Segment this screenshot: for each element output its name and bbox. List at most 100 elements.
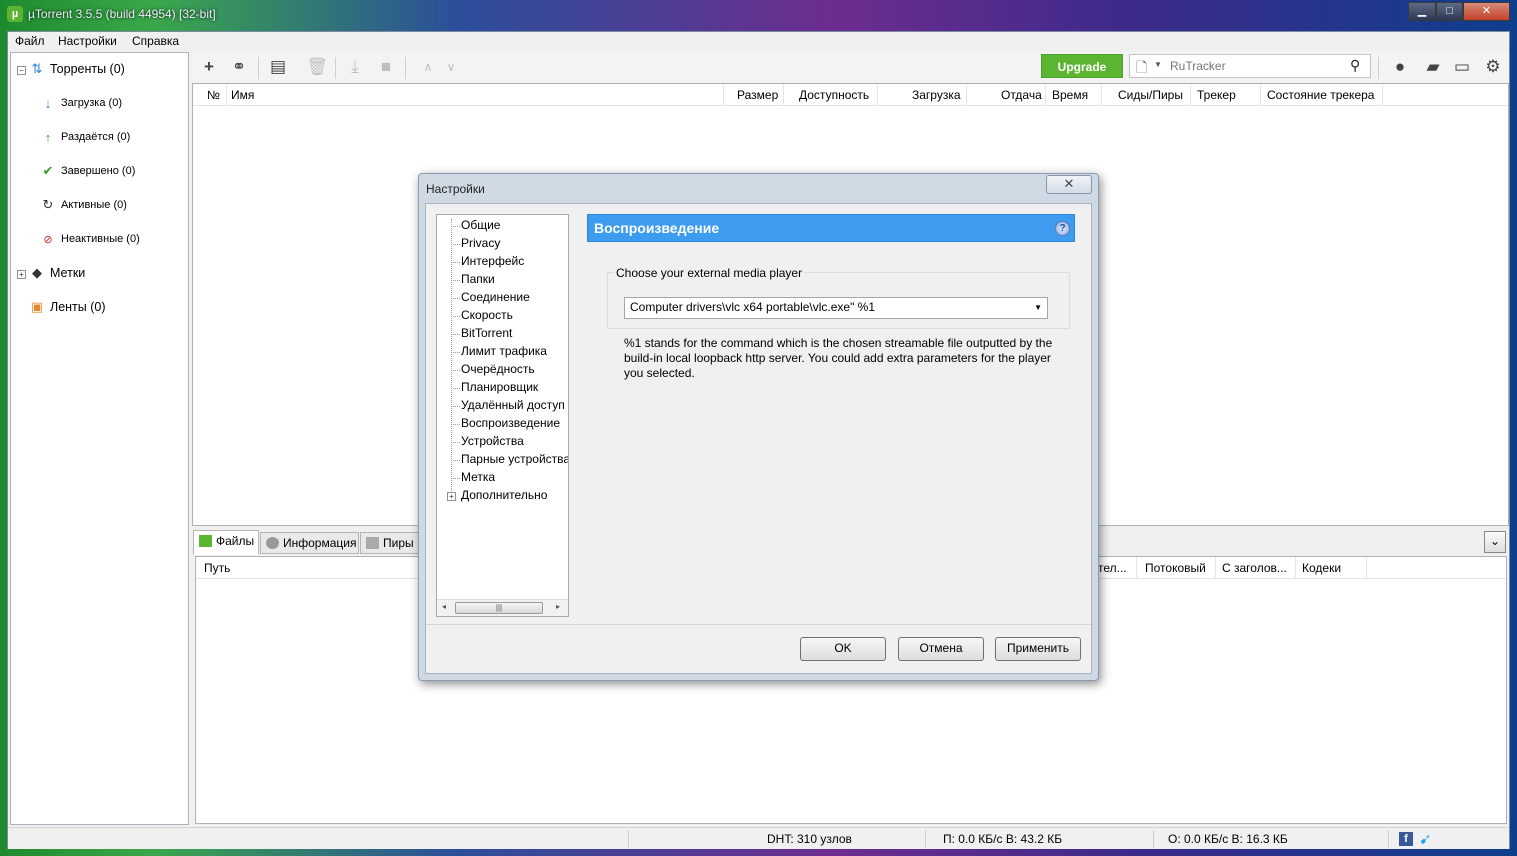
sidebar-item-labels[interactable]: ◆ Метки — [30, 265, 85, 280]
tree-item-traffic-limit[interactable]: Лимит трафика — [461, 344, 547, 358]
column-size[interactable]: Размер — [737, 88, 778, 102]
facebook-icon[interactable]: f — [1399, 832, 1413, 846]
dht-status: DHT: 310 узлов — [767, 832, 852, 846]
column-tracker[interactable]: Трекер — [1197, 88, 1236, 102]
move-up-icon[interactable]: ∧ — [417, 57, 439, 77]
column-upload[interactable]: Отдача — [1001, 88, 1042, 102]
toolbar: + ⚭ ▤ 🗑 ⤓ ■ ∧ ∨ Upgrade 🗋 ▼ ⚲ ● ▰ ▭ ⚙ — [192, 52, 1509, 82]
tree-item-advanced[interactable]: Дополнительно — [461, 488, 547, 502]
tree-item-general[interactable]: Общие — [461, 218, 500, 232]
tree-item-interface[interactable]: Интерфейс — [461, 254, 524, 268]
chat-icon[interactable]: ▰ — [1422, 57, 1444, 77]
sidebar-item-label: Раздаётся (0) — [61, 131, 131, 143]
peers-icon — [366, 537, 379, 549]
tree-horizontal-scrollbar[interactable]: ◂ ||| ▸ — [437, 599, 568, 616]
tree-item-speed[interactable]: Скорость — [461, 308, 513, 322]
app-window: µ µTorrent 3.5.5 (build 44954) [32-bit] … — [0, 0, 1517, 856]
tree-item-playback[interactable]: Воспроизведение — [461, 416, 560, 430]
column-seeds-peers[interactable]: Сиды/Пиры — [1118, 88, 1183, 102]
add-link-icon[interactable]: ⚭ — [228, 57, 250, 77]
twitter-icon[interactable]: ➹ — [1419, 830, 1432, 848]
apply-button[interactable]: Применить — [995, 637, 1081, 661]
menu-help[interactable]: Справка — [132, 34, 179, 48]
search-provider-icon[interactable]: 🗋 — [1136, 57, 1147, 81]
move-down-icon[interactable]: ∨ — [440, 57, 462, 77]
tree-item-bittorrent[interactable]: BitTorrent — [461, 326, 512, 340]
sidebar-item-label: Завершено (0) — [61, 165, 136, 177]
column-streamable[interactable]: Потоковый — [1145, 561, 1206, 575]
checkmark-icon: ✔ — [42, 163, 54, 178]
dialog-close-button[interactable]: ✕ — [1046, 175, 1092, 194]
dialog-body: Общие Privacy Интерфейс Папки Соединение… — [425, 203, 1092, 674]
info-icon — [266, 537, 279, 549]
media-player-select[interactable]: Computer drivers\vlc x64 portable\vlc.ex… — [624, 297, 1048, 319]
collapse-details-button[interactable]: ⌄ — [1484, 531, 1506, 553]
delete-icon[interactable]: 🗑 — [306, 57, 328, 77]
column-tracker-status[interactable]: Состояние трекера — [1267, 88, 1374, 102]
tab-label: Информация — [283, 536, 357, 550]
tree-item-queueing[interactable]: Очерёдность — [461, 362, 535, 376]
tab-peers[interactable]: Пиры — [360, 532, 420, 554]
start-download-icon[interactable]: ⤓ — [344, 57, 366, 77]
collapse-torrents-toggle[interactable]: − — [17, 66, 26, 75]
chevron-down-icon[interactable]: ▼ — [1154, 60, 1162, 69]
ok-button[interactable]: OK — [800, 637, 886, 661]
sidebar-item-seeding[interactable]: ↑ Раздаётся (0) — [41, 130, 131, 145]
scrollbar-thumb[interactable]: ||| — [455, 602, 543, 614]
lightbulb-icon[interactable]: ● — [1389, 57, 1411, 77]
column-download[interactable]: Загрузка — [912, 88, 961, 102]
toolbar-separator — [1378, 57, 1379, 79]
column-path[interactable]: Путь — [204, 561, 230, 575]
help-icon[interactable]: ? — [1055, 221, 1070, 236]
column-executable[interactable]: тел... — [1098, 561, 1127, 575]
title-bar: µ µTorrent 3.5.5 (build 44954) [32-bit] … — [0, 0, 1517, 30]
column-time[interactable]: Время — [1052, 88, 1088, 102]
upgrade-button[interactable]: Upgrade — [1041, 54, 1123, 78]
close-button[interactable]: ✕ — [1463, 2, 1510, 21]
tree-item-label[interactable]: Метка — [461, 470, 495, 484]
add-torrent-icon[interactable]: + — [198, 57, 220, 77]
column-has-header[interactable]: С заголов... — [1222, 561, 1287, 575]
tab-files[interactable]: Файлы — [193, 530, 259, 555]
create-torrent-icon[interactable]: ▤ — [267, 57, 289, 77]
column-codecs[interactable]: Кодеки — [1302, 561, 1341, 575]
expand-advanced-toggle[interactable]: + — [447, 492, 456, 501]
maximize-button[interactable]: □ — [1436, 2, 1463, 21]
expand-labels-toggle[interactable]: + — [17, 270, 26, 279]
utorrent-logo-icon: µ — [7, 6, 23, 22]
dialog-separator — [426, 624, 1091, 625]
settings-tree: Общие Privacy Интерфейс Папки Соединение… — [436, 214, 569, 617]
tree-item-scheduler[interactable]: Планировщик — [461, 380, 538, 394]
toolbar-separator — [258, 57, 259, 79]
sidebar-item-downloading[interactable]: ↓ Загрузка (0) — [41, 96, 122, 111]
search-icon[interactable]: ⚲ — [1350, 57, 1360, 74]
rss-feed-icon: ▣ — [30, 299, 44, 314]
stop-icon[interactable]: ■ — [375, 57, 397, 77]
sidebar-item-feeds[interactable]: ▣ Ленты (0) — [30, 299, 106, 314]
tree-item-privacy[interactable]: Privacy — [461, 236, 500, 250]
monitor-icon[interactable]: ▭ — [1451, 57, 1473, 77]
gear-icon[interactable]: ⚙ — [1482, 57, 1504, 77]
search-input[interactable] — [1170, 58, 1340, 74]
minimize-button[interactable]: ▁ — [1408, 2, 1436, 21]
scroll-right-icon[interactable]: ▸ — [556, 602, 560, 611]
sidebar-item-torrents[interactable]: ⇅ Торренты (0) — [30, 61, 125, 76]
sidebar-item-inactive[interactable]: ⊘ Неактивные (0) — [41, 232, 139, 246]
tree-item-folders[interactable]: Папки — [461, 272, 495, 286]
sidebar-item-completed[interactable]: ✔ Завершено (0) — [41, 163, 136, 178]
column-number[interactable]: № — [207, 88, 220, 102]
cancel-button[interactable]: Отмена — [898, 637, 984, 661]
tree-item-connection[interactable]: Соединение — [461, 290, 530, 304]
section-title: Воспроизведение — [594, 220, 720, 236]
dialog-title: Настройки — [426, 182, 485, 196]
column-availability[interactable]: Доступность — [799, 88, 869, 102]
sidebar-item-active[interactable]: ↻ Активные (0) — [41, 197, 127, 212]
tree-item-devices[interactable]: Устройства — [461, 434, 524, 448]
tree-item-paired-devices[interactable]: Парные устройства — [461, 452, 568, 466]
scroll-left-icon[interactable]: ◂ — [442, 602, 446, 611]
column-name[interactable]: Имя — [231, 88, 254, 102]
tree-item-remote[interactable]: Удалённый доступ — [461, 398, 565, 412]
menu-settings[interactable]: Настройки — [58, 34, 117, 48]
menu-file[interactable]: Файл — [15, 34, 45, 48]
tab-info[interactable]: Информация — [260, 532, 359, 554]
